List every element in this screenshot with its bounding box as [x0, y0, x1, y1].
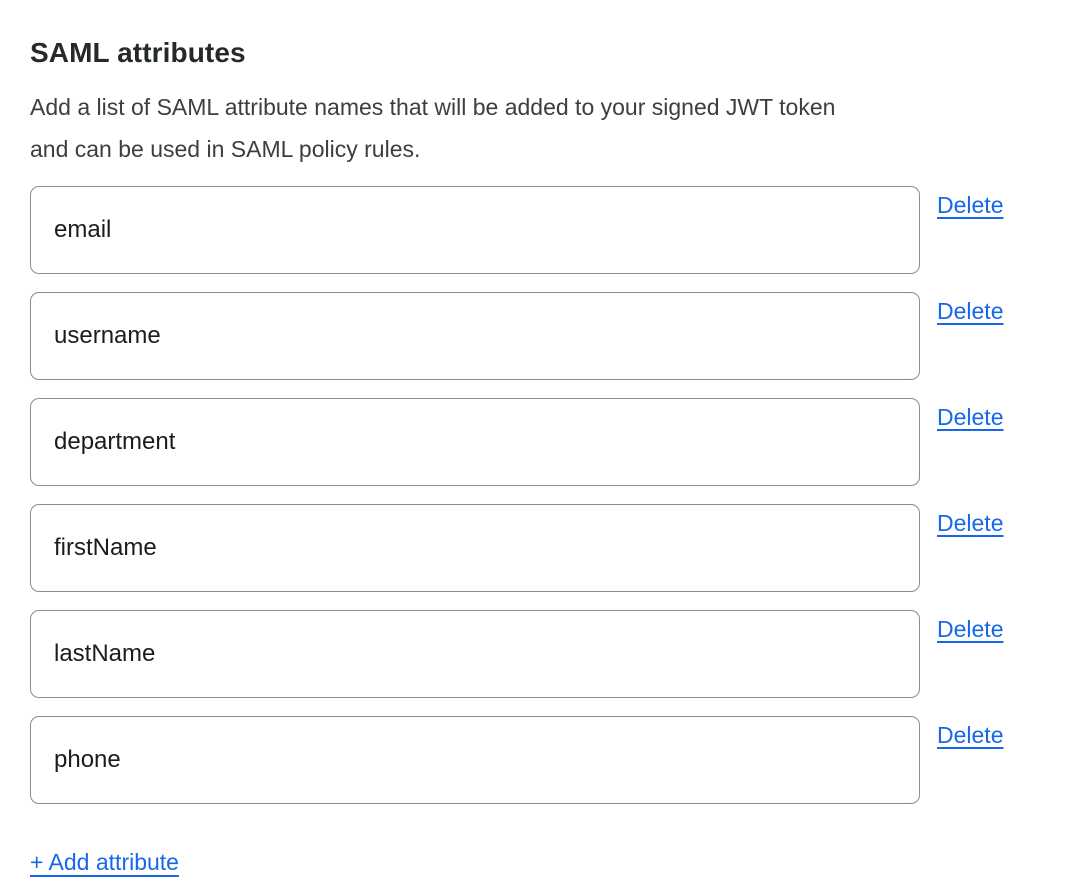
attribute-row: Delete: [30, 504, 1036, 592]
saml-attribute-input[interactable]: [30, 716, 920, 804]
delete-attribute-link[interactable]: Delete: [937, 297, 1003, 325]
delete-attribute-link[interactable]: Delete: [937, 509, 1003, 537]
section-description-line: Add a list of SAML attribute names that …: [30, 86, 1036, 128]
section-description: Add a list of SAML attribute names that …: [30, 86, 1036, 170]
saml-attribute-input[interactable]: [30, 398, 920, 486]
delete-attribute-link[interactable]: Delete: [937, 721, 1003, 749]
delete-attribute-link[interactable]: Delete: [937, 615, 1003, 643]
attribute-row: Delete: [30, 398, 1036, 486]
saml-attributes-section: SAML attributes Add a list of SAML attri…: [0, 0, 1066, 886]
section-title: SAML attributes: [30, 38, 1036, 68]
saml-attribute-input[interactable]: [30, 610, 920, 698]
attribute-row: Delete: [30, 716, 1036, 804]
section-description-line: and can be used in SAML policy rules.: [30, 128, 1036, 170]
saml-attribute-input[interactable]: [30, 186, 920, 274]
delete-attribute-link[interactable]: Delete: [937, 403, 1003, 431]
attribute-row: Delete: [30, 292, 1036, 380]
saml-attribute-input[interactable]: [30, 504, 920, 592]
attribute-row: Delete: [30, 610, 1036, 698]
saml-attribute-input[interactable]: [30, 292, 920, 380]
add-attribute-link[interactable]: + Add attribute: [30, 848, 179, 876]
delete-attribute-link[interactable]: Delete: [937, 191, 1003, 219]
attribute-rows: Delete Delete Delete Delete Delete Delet…: [30, 186, 1036, 804]
attribute-row: Delete: [30, 186, 1036, 274]
